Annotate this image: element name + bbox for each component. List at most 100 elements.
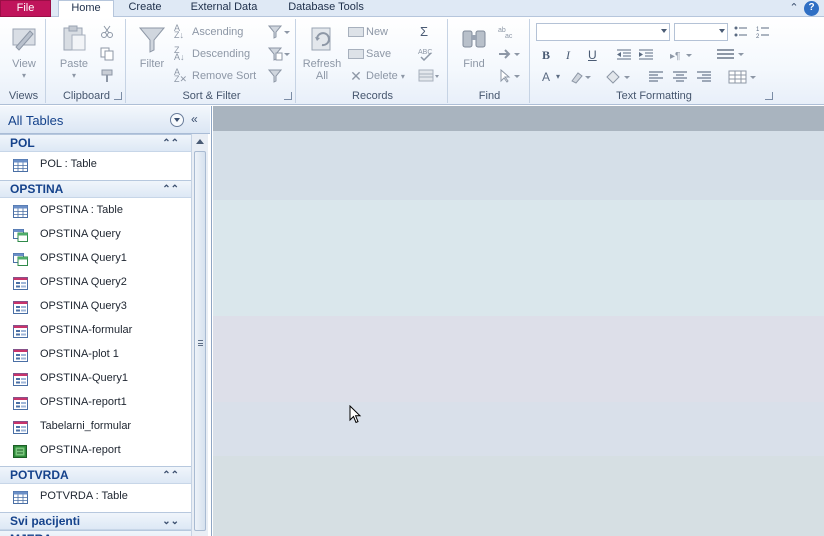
nav-pane-title[interactable]: All Tables [8, 113, 63, 128]
cut-icon[interactable] [100, 25, 114, 39]
ascending-button[interactable]: A Z↓ Ascending [174, 23, 243, 41]
svg-text:ac: ac [505, 33, 513, 39]
font-name-combo[interactable] [536, 23, 670, 41]
ribbon: View ▾ Views Paste ▾ Clipboard Filter A … [0, 17, 824, 105]
align-right-icon[interactable] [696, 70, 712, 84]
nav-scrollbar[interactable] [191, 134, 208, 536]
nav-item[interactable]: OPSTINA Query3 [0, 294, 191, 318]
nav-group-header[interactable]: MJERA ⌄⌄ [0, 530, 191, 536]
totals-icon[interactable]: Σ [420, 25, 428, 39]
expand-group-icon[interactable]: ⌄⌄ [162, 513, 179, 530]
paragraph-direction-icon[interactable]: ▸¶ [670, 48, 692, 62]
svg-text:1: 1 [756, 27, 760, 33]
nav-item[interactable]: OPSTINA Query [0, 222, 191, 246]
nav-item[interactable]: OPSTINA-report [0, 438, 191, 462]
increase-indent-icon[interactable] [638, 48, 654, 62]
help-icon[interactable]: ? [804, 1, 819, 16]
delete-record-button[interactable]: ✕ Delete ▾ [348, 67, 405, 85]
nav-item[interactable]: OPSTINA Query1 [0, 246, 191, 270]
collapse-group-icon[interactable]: ⌃⌃ [162, 467, 179, 484]
background-color-icon[interactable] [604, 70, 632, 84]
clipboard-launcher-icon[interactable] [114, 92, 122, 100]
chevron-down-icon[interactable]: ▾ [556, 70, 560, 84]
nav-item[interactable]: OPSTINA-formular [0, 318, 191, 342]
find-group-label: Find [478, 90, 501, 102]
gridlines-icon[interactable] [716, 47, 746, 61]
view-icon [12, 28, 36, 51]
find-group: Find ab ac Find [450, 19, 530, 103]
go-to-icon[interactable] [498, 47, 522, 61]
scroll-thumb[interactable] [194, 151, 206, 531]
minimize-ribbon-icon[interactable]: ⌃ [787, 1, 801, 15]
shutter-bar-close-icon[interactable]: « [191, 112, 198, 126]
filter-button[interactable]: Filter [132, 23, 172, 87]
records-group-label: Records [352, 90, 393, 102]
sort-descending-icon: Z A↓ [174, 45, 185, 63]
refresh-all-button[interactable]: Refresh All [302, 23, 342, 87]
italic-button[interactable]: I [566, 48, 570, 62]
paste-button[interactable]: Paste ▾ [54, 23, 94, 87]
replace-icon[interactable]: abac [498, 25, 516, 39]
font-color-button[interactable]: A [542, 70, 550, 84]
descending-label: Descending [192, 48, 251, 60]
nav-group-header[interactable]: OPSTINA ⌃⌃ [0, 180, 191, 198]
tab-home[interactable]: Home [58, 0, 114, 18]
tab-database-tools[interactable]: Database Tools [276, 0, 376, 17]
chevron-down-icon [661, 29, 667, 33]
nav-item[interactable]: OPSTINA : Table [0, 198, 191, 222]
bullets-icon[interactable] [734, 25, 748, 39]
copy-icon[interactable] [100, 47, 114, 61]
nav-item-label: OPSTINA-formular [40, 324, 133, 336]
nav-item-label: OPSTINA Query1 [40, 252, 127, 264]
nav-item[interactable]: OPSTINA-Query1 [0, 366, 191, 390]
save-record-button[interactable]: Save [348, 45, 391, 63]
decrease-indent-icon[interactable] [616, 48, 632, 62]
nav-group-header[interactable]: POL ⌃⌃ [0, 134, 191, 152]
nav-item[interactable]: OPSTINA Query2 [0, 270, 191, 294]
chevron-down-icon: ▾ [400, 72, 405, 81]
nav-group-name: MJERA [10, 532, 52, 536]
new-record-button[interactable]: New [348, 23, 388, 41]
nav-item[interactable]: OPSTINA-report1 [0, 390, 191, 414]
paste-label: Paste [59, 58, 89, 70]
table-icon [13, 157, 28, 172]
text-formatting-launcher-icon[interactable] [765, 92, 773, 100]
nav-item[interactable]: Tabelarni_formular [0, 414, 191, 438]
find-button[interactable]: Find [454, 23, 494, 87]
advanced-filter-icon[interactable] [268, 47, 290, 61]
sort-filter-launcher-icon[interactable] [284, 92, 292, 100]
select-icon[interactable] [498, 69, 522, 83]
collapse-group-icon[interactable]: ⌃⌃ [162, 181, 179, 198]
nav-group-header[interactable]: Svi pacijenti ⌄⌄ [0, 512, 191, 530]
nav-item[interactable]: OPSTINA-plot 1 [0, 342, 191, 366]
font-size-combo[interactable] [674, 23, 728, 41]
tab-create[interactable]: Create [118, 0, 172, 17]
remove-sort-button[interactable]: A Z✕ Remove Sort [174, 67, 256, 85]
alternate-row-color-icon[interactable] [728, 70, 758, 84]
toggle-filter-icon[interactable] [268, 69, 282, 83]
svg-text:2: 2 [756, 34, 760, 39]
bold-button[interactable]: B [542, 48, 550, 62]
expand-group-icon[interactable]: ⌄⌄ [162, 531, 179, 536]
filter-label: Filter [139, 58, 165, 70]
format-painter-icon[interactable] [100, 69, 114, 83]
more-records-icon[interactable] [418, 69, 440, 83]
highlight-icon[interactable] [570, 70, 592, 84]
selection-filter-icon[interactable] [268, 25, 290, 39]
descending-button[interactable]: Z A↓ Descending [174, 45, 250, 63]
collapse-group-icon[interactable]: ⌃⌃ [162, 135, 179, 152]
nav-item-label: OPSTINA Query2 [40, 276, 127, 288]
spelling-icon[interactable]: ABC [418, 47, 434, 61]
align-left-icon[interactable] [648, 70, 664, 84]
scroll-up-arrow-icon[interactable] [193, 135, 207, 149]
tab-file[interactable]: File [0, 0, 51, 17]
nav-item[interactable]: POL : Table [0, 152, 191, 176]
numbering-icon[interactable]: 12 [756, 25, 770, 39]
nav-menu-dropdown-icon[interactable] [170, 113, 184, 127]
nav-group-header[interactable]: POTVRDA ⌃⌃ [0, 466, 191, 484]
align-center-icon[interactable] [672, 70, 688, 84]
nav-item[interactable]: POTVRDA : Table [0, 484, 191, 508]
view-button[interactable]: View ▾ [4, 23, 44, 87]
underline-button[interactable]: U [588, 48, 597, 62]
tab-external-data[interactable]: External Data [176, 0, 272, 17]
